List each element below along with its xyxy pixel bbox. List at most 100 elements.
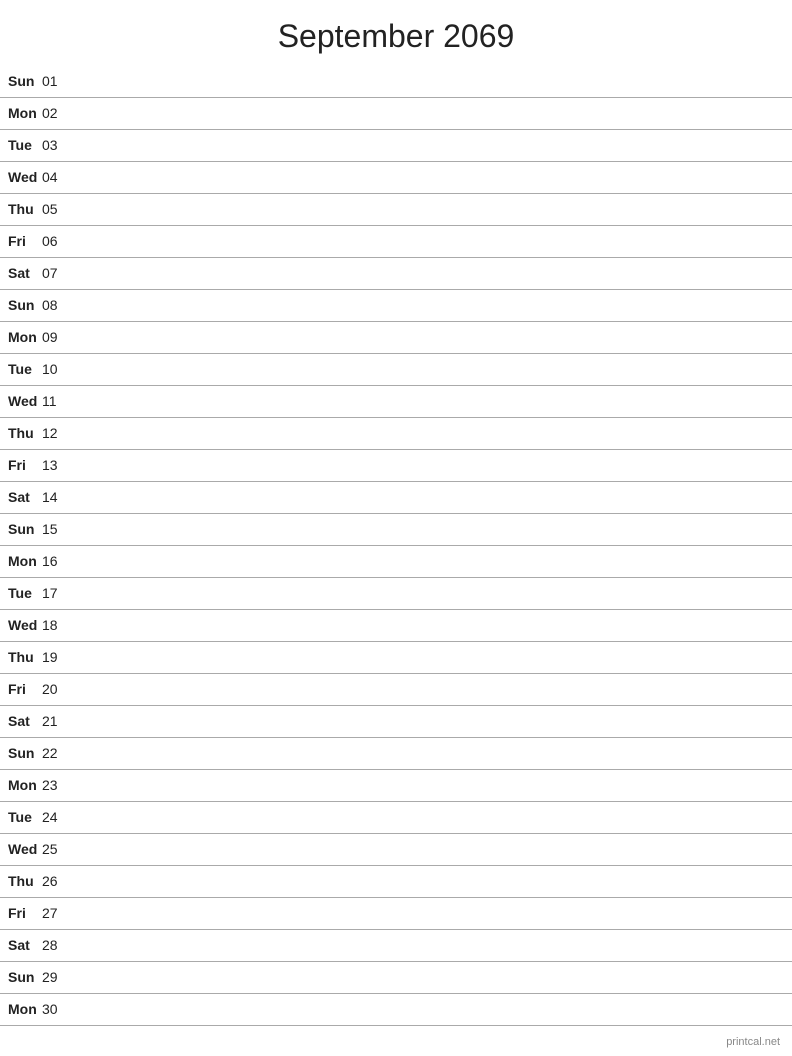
day-name: Tue	[0, 129, 42, 161]
day-number: 28	[42, 929, 70, 961]
day-number: 14	[42, 481, 70, 513]
day-line[interactable]	[70, 865, 792, 897]
day-name: Sun	[0, 65, 42, 97]
day-number: 18	[42, 609, 70, 641]
day-number: 11	[42, 385, 70, 417]
calendar-row: Thu12	[0, 417, 792, 449]
day-name: Thu	[0, 865, 42, 897]
day-name: Sun	[0, 737, 42, 769]
calendar-row: Fri27	[0, 897, 792, 929]
day-name: Sat	[0, 929, 42, 961]
day-line[interactable]	[70, 929, 792, 961]
day-name: Sat	[0, 257, 42, 289]
day-number: 25	[42, 833, 70, 865]
day-line[interactable]	[70, 257, 792, 289]
calendar-row: Sat14	[0, 481, 792, 513]
day-line[interactable]	[70, 449, 792, 481]
calendar-row: Fri06	[0, 225, 792, 257]
day-line[interactable]	[70, 641, 792, 673]
day-line[interactable]	[70, 289, 792, 321]
day-name: Tue	[0, 801, 42, 833]
day-name: Mon	[0, 769, 42, 801]
day-number: 05	[42, 193, 70, 225]
day-line[interactable]	[70, 161, 792, 193]
calendar-row: Thu26	[0, 865, 792, 897]
day-line[interactable]	[70, 673, 792, 705]
calendar-row: Mon23	[0, 769, 792, 801]
day-number: 29	[42, 961, 70, 993]
day-line[interactable]	[70, 417, 792, 449]
day-line[interactable]	[70, 65, 792, 97]
day-number: 19	[42, 641, 70, 673]
day-name: Sun	[0, 961, 42, 993]
day-name: Wed	[0, 161, 42, 193]
day-name: Fri	[0, 673, 42, 705]
day-line[interactable]	[70, 513, 792, 545]
day-name: Sat	[0, 481, 42, 513]
calendar-row: Wed25	[0, 833, 792, 865]
day-number: 08	[42, 289, 70, 321]
day-line[interactable]	[70, 193, 792, 225]
day-number: 06	[42, 225, 70, 257]
day-number: 15	[42, 513, 70, 545]
day-number: 13	[42, 449, 70, 481]
day-number: 20	[42, 673, 70, 705]
day-line[interactable]	[70, 353, 792, 385]
calendar-row: Tue17	[0, 577, 792, 609]
day-line[interactable]	[70, 129, 792, 161]
day-name: Tue	[0, 577, 42, 609]
calendar-row: Fri20	[0, 673, 792, 705]
day-line[interactable]	[70, 385, 792, 417]
day-name: Wed	[0, 833, 42, 865]
day-name: Tue	[0, 353, 42, 385]
day-line[interactable]	[70, 577, 792, 609]
day-number: 03	[42, 129, 70, 161]
day-name: Mon	[0, 321, 42, 353]
calendar-row: Mon30	[0, 993, 792, 1025]
day-line[interactable]	[70, 225, 792, 257]
day-number: 21	[42, 705, 70, 737]
day-name: Sat	[0, 705, 42, 737]
calendar-row: Wed04	[0, 161, 792, 193]
day-line[interactable]	[70, 833, 792, 865]
calendar-row: Sun08	[0, 289, 792, 321]
day-line[interactable]	[70, 321, 792, 353]
day-number: 27	[42, 897, 70, 929]
day-number: 30	[42, 993, 70, 1025]
day-line[interactable]	[70, 705, 792, 737]
calendar-row: Tue03	[0, 129, 792, 161]
day-number: 12	[42, 417, 70, 449]
watermark: printcal.net	[726, 1036, 780, 1048]
day-line[interactable]	[70, 961, 792, 993]
day-line[interactable]	[70, 897, 792, 929]
page-title: September 2069	[0, 0, 792, 65]
day-number: 23	[42, 769, 70, 801]
day-name: Thu	[0, 193, 42, 225]
calendar-row: Wed18	[0, 609, 792, 641]
day-name: Sun	[0, 513, 42, 545]
day-line[interactable]	[70, 801, 792, 833]
day-number: 17	[42, 577, 70, 609]
day-number: 16	[42, 545, 70, 577]
calendar-row: Sat07	[0, 257, 792, 289]
calendar-table: Sun01Mon02Tue03Wed04Thu05Fri06Sat07Sun08…	[0, 65, 792, 1026]
day-name: Mon	[0, 993, 42, 1025]
calendar-row: Sun15	[0, 513, 792, 545]
calendar-row: Sat21	[0, 705, 792, 737]
day-name: Wed	[0, 385, 42, 417]
day-line[interactable]	[70, 993, 792, 1025]
calendar-row: Tue24	[0, 801, 792, 833]
day-line[interactable]	[70, 769, 792, 801]
day-number: 26	[42, 865, 70, 897]
day-name: Fri	[0, 449, 42, 481]
day-number: 07	[42, 257, 70, 289]
day-line[interactable]	[70, 737, 792, 769]
day-line[interactable]	[70, 481, 792, 513]
day-line[interactable]	[70, 609, 792, 641]
calendar-row: Sat28	[0, 929, 792, 961]
calendar-row: Thu19	[0, 641, 792, 673]
calendar-row: Mon16	[0, 545, 792, 577]
day-number: 24	[42, 801, 70, 833]
day-line[interactable]	[70, 97, 792, 129]
day-line[interactable]	[70, 545, 792, 577]
